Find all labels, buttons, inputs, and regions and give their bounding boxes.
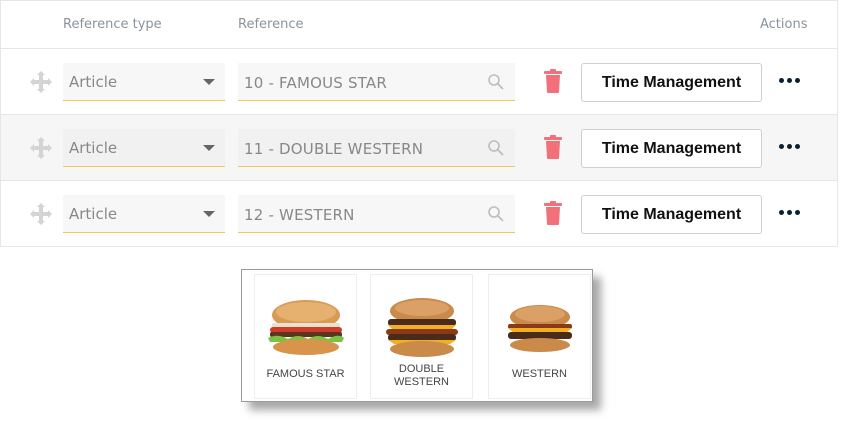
product-picker-popup: FAMOUS STAR DOUBLE WESTERN WESTERN xyxy=(241,269,593,402)
table-row: Article 11 - DOUBLE WESTERN Time Managem… xyxy=(1,115,837,181)
product-label-line2: WESTERN xyxy=(394,376,449,388)
product-label: FAMOUS STAR xyxy=(266,368,345,380)
reference-type-value: Article xyxy=(69,205,118,223)
table-row: Article 12 - WESTERN Time Management xyxy=(1,181,837,247)
reference-input[interactable]: 12 - WESTERN xyxy=(238,195,515,233)
more-dots-icon[interactable] xyxy=(779,76,801,86)
reference-type-select[interactable]: Article xyxy=(63,129,225,167)
references-table: Reference type Reference Actions Article… xyxy=(0,0,838,247)
table-row: Article 10 - FAMOUS STAR Time Management xyxy=(1,49,837,115)
reference-input[interactable]: 10 - FAMOUS STAR xyxy=(238,63,515,101)
time-management-button[interactable]: Time Management xyxy=(581,195,762,234)
search-icon[interactable] xyxy=(487,73,505,91)
product-card-western[interactable]: WESTERN xyxy=(488,274,591,399)
reference-type-select[interactable]: Article xyxy=(63,195,225,233)
reference-type-select[interactable]: Article xyxy=(63,63,225,101)
product-card-famous-star[interactable]: FAMOUS STAR xyxy=(254,274,357,399)
table-header: Reference type Reference Actions xyxy=(1,1,837,49)
caret-down-icon xyxy=(203,211,215,217)
reference-type-value: Article xyxy=(69,139,118,157)
search-icon[interactable] xyxy=(487,205,505,223)
burger-image xyxy=(507,305,572,352)
reference-value: 12 - WESTERN xyxy=(244,206,355,224)
trash-icon[interactable] xyxy=(542,68,564,94)
reference-value: 11 - DOUBLE WESTERN xyxy=(244,140,424,158)
more-dots-icon[interactable] xyxy=(779,208,801,218)
time-management-button[interactable]: Time Management xyxy=(581,63,762,102)
burger-image xyxy=(385,298,458,357)
product-label: WESTERN xyxy=(512,368,567,380)
move-arrows-icon[interactable] xyxy=(29,70,53,94)
reference-input[interactable]: 11 - DOUBLE WESTERN xyxy=(238,129,515,167)
header-reference: Reference xyxy=(238,17,304,32)
move-arrows-icon[interactable] xyxy=(29,202,53,226)
product-label-line1: DOUBLE xyxy=(398,363,445,375)
reference-value: 10 - FAMOUS STAR xyxy=(244,74,387,92)
trash-icon[interactable] xyxy=(542,134,564,160)
time-management-button[interactable]: Time Management xyxy=(581,129,762,168)
more-dots-icon[interactable] xyxy=(779,142,801,152)
product-card-double-western[interactable]: DOUBLE WESTERN xyxy=(370,274,473,399)
caret-down-icon xyxy=(203,145,215,151)
move-arrows-icon[interactable] xyxy=(29,136,53,160)
header-actions: Actions xyxy=(760,17,808,32)
header-reference-type: Reference type xyxy=(63,17,162,32)
trash-icon[interactable] xyxy=(542,200,564,226)
burger-image xyxy=(267,300,344,355)
search-icon[interactable] xyxy=(487,139,505,157)
caret-down-icon xyxy=(203,79,215,85)
reference-type-value: Article xyxy=(69,73,118,91)
